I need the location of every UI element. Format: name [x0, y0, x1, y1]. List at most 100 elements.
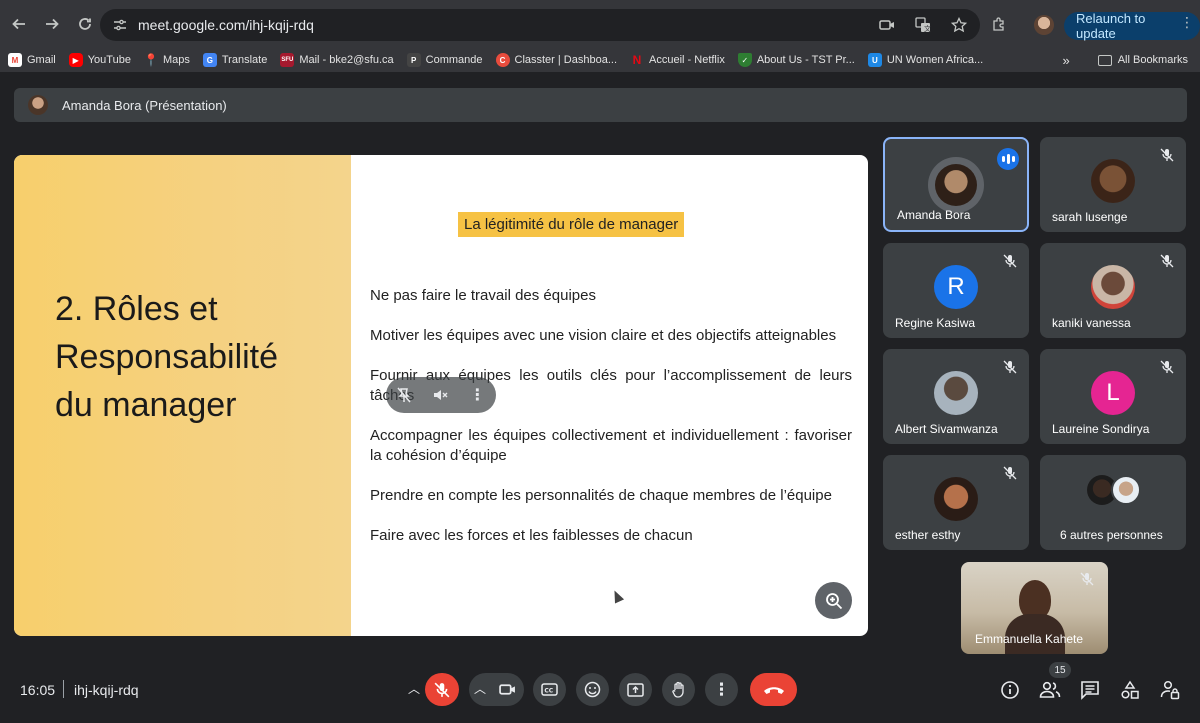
slide-bullet: Faire avec les forces et les faiblesses …: [370, 527, 693, 544]
all-bookmarks-button[interactable]: All Bookmarks: [1097, 54, 1188, 66]
slide-bullet: Ne pas faire le travail des équipes: [370, 287, 596, 304]
participant-name: Amanda Bora: [897, 208, 971, 222]
chevron-up-icon[interactable]: ︿: [474, 680, 486, 697]
more-menu-icon[interactable]: ⋮: [1180, 14, 1194, 31]
star-bookmark-icon[interactable]: [948, 14, 970, 36]
self-view-tile[interactable]: Emmanuella Kahete: [961, 562, 1108, 654]
presentation-hover-controls: ⋮: [386, 377, 496, 413]
extensions-icon[interactable]: [988, 13, 1010, 35]
shield-icon: ✓: [737, 53, 752, 67]
url-text[interactable]: meet.google.com/ihj-kqij-rdq: [138, 17, 314, 33]
bookmark-youtube[interactable]: ▶ YouTube: [68, 53, 131, 67]
classter-icon: C: [495, 53, 510, 67]
forward-arrow-icon: [46, 18, 59, 30]
meeting-details-button[interactable]: [998, 678, 1022, 702]
emoji-icon: [584, 681, 601, 698]
mic-off-icon: [1160, 360, 1174, 374]
participant-avatar-letter: R: [934, 265, 978, 309]
chat-button[interactable]: [1078, 678, 1102, 702]
speaking-indicator-icon: [997, 148, 1019, 170]
back-arrow-icon: [12, 18, 25, 30]
hand-icon: [671, 681, 684, 698]
people-icon: [1039, 681, 1061, 698]
participant-tile[interactable]: esther esthy: [883, 455, 1029, 550]
slide-bullet: Accompagner les équipes collectivement e…: [370, 427, 852, 464]
back-button[interactable]: [4, 9, 34, 39]
tune-icon: [114, 19, 126, 31]
bookmark-translate[interactable]: G Translate: [202, 53, 267, 67]
chevron-up-icon[interactable]: ︿: [408, 680, 420, 697]
forward-button[interactable]: [37, 9, 67, 39]
slide-bullet: Motiver les équipes avec une vision clai…: [370, 327, 837, 344]
bookmark-tst[interactable]: ✓ About Us - TST Pr...: [737, 53, 855, 67]
mic-off-icon: [1080, 572, 1094, 586]
participant-tile[interactable]: R Regine Kasiwa: [883, 243, 1029, 338]
bookmark-gmail[interactable]: M Gmail: [8, 53, 56, 67]
slide-heading: 2. Rôles et Responsabilité du manager: [55, 290, 279, 424]
more-options-icon[interactable]: ⋮: [469, 385, 485, 405]
captions-button[interactable]: CC: [533, 673, 566, 706]
slide-bullet: Prendre en compte les personnalités de c…: [370, 487, 832, 504]
end-call-icon: [763, 686, 784, 694]
mic-toggle-button[interactable]: [425, 673, 459, 706]
sfu-icon: SFU: [280, 53, 295, 67]
lock-person-icon: [1160, 680, 1180, 700]
mic-off-icon: [1003, 254, 1017, 268]
site-info-button[interactable]: [106, 18, 134, 32]
meeting-time: 16:05: [20, 682, 56, 698]
others-label: 6 autres personnes: [1060, 528, 1163, 542]
participant-avatar: [934, 477, 978, 521]
raise-hand-button[interactable]: [662, 673, 695, 706]
participant-avatar: [1091, 159, 1135, 203]
bookmark-sfu-mail[interactable]: SFU Mail - bke2@sfu.ca: [280, 53, 394, 67]
more-options-button[interactable]: ⋮: [705, 673, 738, 706]
self-view-name: Emmanuella Kahete: [975, 632, 1084, 646]
participant-tile[interactable]: L Laureine Sondirya: [1040, 349, 1186, 444]
gmail-icon: M: [8, 53, 22, 67]
microphone-control: ︿: [404, 673, 459, 706]
bookmark-classter[interactable]: C Classter | Dashboa...: [495, 53, 617, 67]
mic-off-icon: [1160, 148, 1174, 162]
info-icon: [1001, 681, 1019, 699]
participant-avatar: [1091, 265, 1135, 309]
bookmark-netflix[interactable]: N Accueil - Netflix: [630, 53, 725, 67]
zoom-button[interactable]: [815, 582, 852, 619]
activities-button[interactable]: [1118, 678, 1142, 702]
present-screen-button[interactable]: [619, 673, 652, 706]
translate-page-icon[interactable]: 文: [912, 14, 934, 36]
pin-off-icon[interactable]: [397, 387, 411, 403]
bookmark-commande[interactable]: P Commande: [406, 53, 483, 67]
svg-text:CC: CC: [544, 687, 553, 694]
zoom-in-icon: [825, 592, 842, 609]
participant-tile[interactable]: sarah lusenge: [1040, 137, 1186, 232]
participant-tile[interactable]: Amanda Bora: [883, 137, 1029, 232]
more-vert-icon: ⋮: [713, 679, 730, 699]
mic-off-icon: [1003, 466, 1017, 480]
netflix-icon: N: [632, 53, 642, 67]
participant-tile[interactable]: kaniki vanessa: [1040, 243, 1186, 338]
mic-off-icon: [434, 682, 450, 697]
host-controls-button[interactable]: [1158, 678, 1182, 702]
participant-name: esther esthy: [895, 528, 961, 542]
people-button[interactable]: [1038, 678, 1062, 702]
camera-toggle-button[interactable]: [491, 673, 524, 706]
bookmarks-bar: M Gmail ▶ YouTube 📍 Maps G Translate SFU Mail…: [0, 48, 1200, 72]
leave-call-button[interactable]: [750, 673, 797, 706]
others-tile[interactable]: 6 autres personnes: [1040, 455, 1186, 550]
mute-audio-icon[interactable]: [432, 387, 448, 403]
camera-control: ︿: [469, 673, 524, 706]
address-bar[interactable]: meet.google.com/ihj-kqij-rdq 文: [100, 9, 980, 41]
camera-in-use-icon[interactable]: [876, 14, 898, 36]
reload-button[interactable]: [70, 9, 100, 39]
profile-avatar[interactable]: [1034, 15, 1054, 35]
bookmark-unwomen[interactable]: U UN Women Africa...: [867, 53, 983, 67]
chevron-more-bookmarks-icon[interactable]: »: [1062, 53, 1069, 68]
mic-off-icon: [1003, 360, 1017, 374]
present-icon: [627, 682, 644, 697]
slide-subtitle: La légitimité du rôle de manager: [458, 212, 685, 237]
closed-captions-icon: CC: [541, 683, 558, 696]
participant-tile[interactable]: Albert Sivamwanza: [883, 349, 1029, 444]
bookmark-maps[interactable]: 📍 Maps: [144, 53, 190, 67]
reactions-button[interactable]: [576, 673, 609, 706]
participant-name: sarah lusenge: [1052, 210, 1128, 224]
